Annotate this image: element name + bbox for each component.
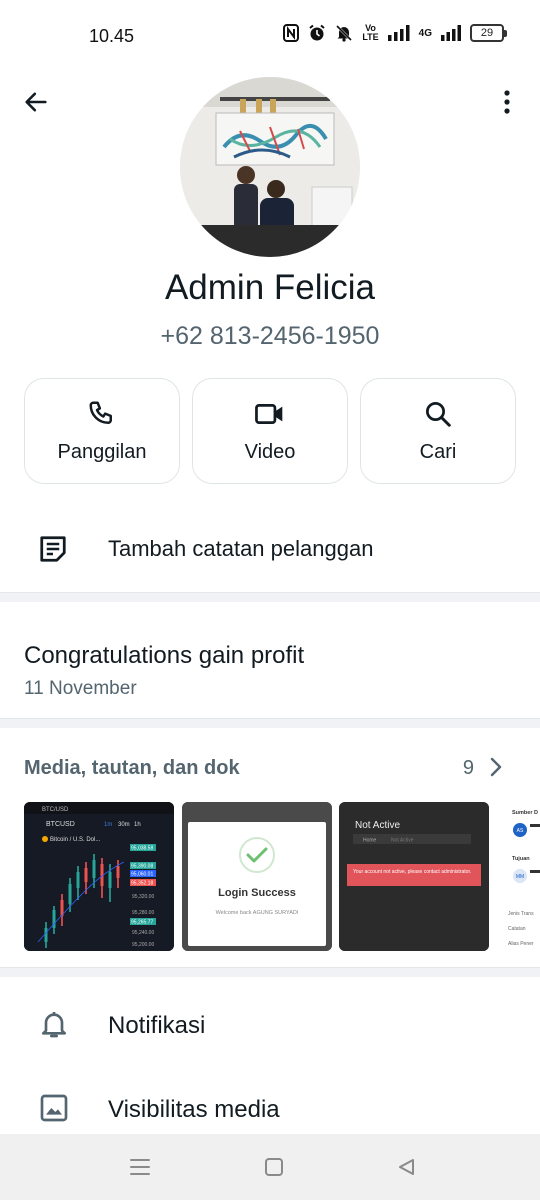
signal-icon bbox=[387, 25, 410, 41]
notifications-row[interactable]: Notifikasi bbox=[0, 986, 540, 1056]
menu-icon bbox=[130, 1159, 150, 1175]
recent-apps-button[interactable] bbox=[127, 1154, 153, 1180]
add-customer-note-row[interactable]: Tambah catatan pelanggan bbox=[0, 512, 540, 588]
bell-icon bbox=[42, 1012, 66, 1038]
triangle-back-icon bbox=[399, 1159, 414, 1175]
chevron-right-icon[interactable] bbox=[486, 755, 506, 779]
video-button[interactable]: Video bbox=[192, 378, 348, 484]
status-bar: 10.45 Vo LTE 4G 29 bbox=[0, 0, 540, 72]
svg-text:Tujuan: Tujuan bbox=[512, 856, 530, 862]
about-text: Congratulations gain profit bbox=[24, 642, 305, 669]
svg-text:Catatan: Catatan bbox=[508, 926, 526, 932]
media-thumbnails: BTC/USD BTCUSD 1m 30m 1h Bitcoin / U.S. … bbox=[24, 802, 540, 951]
home-square-icon bbox=[265, 1158, 283, 1176]
video-icon bbox=[255, 403, 283, 424]
svg-text:MM: MM bbox=[516, 874, 524, 880]
media-thumb-trading[interactable]: BTC/USD BTCUSD 1m 30m 1h Bitcoin / U.S. … bbox=[24, 802, 174, 951]
note-label: Tambah catatan pelanggan bbox=[108, 536, 374, 561]
media-thumb-not-active[interactable]: Not Active Home Not Active Your account … bbox=[339, 802, 489, 951]
about-date: 11 November bbox=[24, 678, 137, 699]
phone-icon bbox=[89, 401, 112, 424]
network-type: 4G bbox=[418, 27, 432, 39]
section-divider bbox=[0, 967, 540, 977]
system-nav-bar bbox=[0, 1134, 540, 1200]
mute-icon bbox=[335, 24, 353, 42]
login-success-title: Login Success bbox=[218, 887, 296, 899]
svg-text:95,060.01: 95,060.01 bbox=[131, 872, 153, 878]
more-vertical-icon bbox=[504, 90, 510, 114]
svg-text:95,200.00: 95,200.00 bbox=[132, 942, 154, 948]
media-count[interactable]: 9 bbox=[463, 757, 474, 780]
contact-name: Admin Felicia bbox=[164, 268, 376, 307]
login-success-preview: Login Success Welcome back AGUNG SURYADI bbox=[182, 802, 332, 951]
login-success-subtitle: Welcome back AGUNG SURYADI bbox=[216, 910, 299, 916]
not-active-alert: Your account not active, please contact … bbox=[353, 869, 471, 875]
nfc-icon bbox=[283, 24, 300, 42]
transfer-preview: Sumber D AS Tujuan MM Jenis Trans Catata… bbox=[496, 802, 540, 951]
svg-text:95,265.77: 95,265.77 bbox=[131, 920, 153, 926]
about-section[interactable]: Congratulations gain profit 11 November bbox=[0, 604, 540, 718]
svg-text:95,352.18: 95,352.18 bbox=[131, 881, 153, 887]
section-divider bbox=[0, 592, 540, 602]
call-label: Panggilan bbox=[57, 440, 147, 463]
svg-text:AS: AS bbox=[517, 828, 524, 834]
signal-2-icon bbox=[441, 25, 461, 41]
image-icon bbox=[40, 1094, 68, 1122]
svg-text:95,320.00: 95,320.00 bbox=[132, 894, 154, 900]
contact-phone: +62 813-2456-1950 bbox=[160, 322, 380, 350]
search-button[interactable]: Cari bbox=[360, 378, 516, 484]
svg-text:95,240.00: 95,240.00 bbox=[132, 930, 154, 936]
tv-interval-1h: 1h bbox=[134, 822, 141, 828]
battery-indicator: 29 bbox=[470, 24, 507, 42]
media-visibility-label: Visibilitas media bbox=[108, 1096, 280, 1123]
svg-text:Sumber D: Sumber D bbox=[512, 810, 538, 816]
svg-text:95,038.58: 95,038.58 bbox=[131, 846, 153, 852]
media-thumb-transfer[interactable]: Sumber D AS Tujuan MM Jenis Trans Catata… bbox=[496, 802, 540, 951]
svg-text:Not Active: Not Active bbox=[391, 838, 414, 844]
svg-text:BTC/USD: BTC/USD bbox=[42, 807, 69, 813]
avatar-photo bbox=[180, 77, 360, 257]
not-active-title: Not Active bbox=[355, 820, 400, 831]
status-icons: Vo LTE 4G 29 bbox=[283, 23, 507, 42]
tv-interval-30m: 30m bbox=[118, 822, 130, 828]
svg-text:Alias Pener: Alias Pener bbox=[508, 941, 534, 947]
tv-symbol: BTCUSD bbox=[46, 821, 75, 828]
not-active-preview: Not Active Home Not Active Your account … bbox=[339, 802, 489, 951]
media-thumb-login-success[interactable]: Login Success Welcome back AGUNG SURYADI bbox=[182, 802, 332, 951]
volte-indicator: Vo LTE bbox=[362, 23, 379, 42]
back-button[interactable] bbox=[18, 84, 54, 120]
system-back-button[interactable] bbox=[394, 1154, 420, 1180]
video-label: Video bbox=[244, 440, 296, 463]
search-label: Cari bbox=[419, 440, 457, 463]
search-icon bbox=[426, 401, 451, 427]
svg-text:95,390.08: 95,390.08 bbox=[131, 864, 153, 870]
trading-chart-preview: BTC/USD BTCUSD 1m 30m 1h Bitcoin / U.S. … bbox=[24, 802, 174, 951]
tv-interval-1m: 1m bbox=[104, 822, 112, 828]
arrow-left-icon bbox=[25, 92, 47, 112]
svg-text:95,280.00: 95,280.00 bbox=[132, 910, 154, 916]
section-divider bbox=[0, 718, 540, 728]
notifications-label: Notifikasi bbox=[108, 1012, 206, 1039]
svg-text:Jenis Trans: Jenis Trans bbox=[508, 911, 534, 917]
home-button[interactable] bbox=[261, 1154, 287, 1180]
more-options-button[interactable] bbox=[492, 84, 522, 120]
call-button[interactable]: Panggilan bbox=[24, 378, 180, 484]
alarm-icon bbox=[308, 24, 326, 42]
media-title[interactable]: Media, tautan, dan dok bbox=[24, 757, 240, 780]
tv-pair: Bitcoin / U.S. Dol... bbox=[50, 837, 101, 843]
note-icon bbox=[40, 536, 66, 562]
svg-text:Home: Home bbox=[363, 838, 377, 844]
action-buttons: Panggilan Video Cari bbox=[24, 378, 516, 484]
media-section: Media, tautan, dan dok 9 BTC/USD BTCUSD … bbox=[0, 729, 540, 967]
profile-avatar[interactable] bbox=[180, 77, 360, 257]
status-time: 10.45 bbox=[89, 26, 135, 46]
media-visibility-row[interactable]: Visibilitas media bbox=[0, 1070, 540, 1140]
